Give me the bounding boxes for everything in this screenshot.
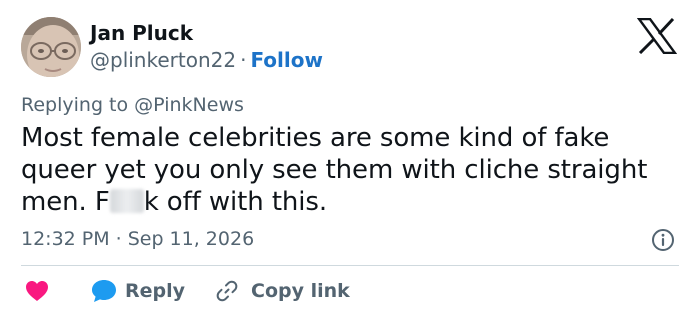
tweet-text-line: Most female celebrities are some kind of…: [21, 123, 610, 153]
like-button[interactable]: [21, 280, 81, 302]
tweet-text-line: queer yet you only see them with cliche …: [21, 155, 648, 185]
author-handle[interactable]: @plinkerton22: [90, 48, 236, 72]
tweet-text-line: men. F k off with this.: [21, 186, 681, 218]
heart-icon: [26, 281, 48, 301]
reply-mention-link[interactable]: @PinkNews: [134, 94, 244, 116]
info-icon[interactable]: [651, 228, 675, 252]
separator-dot: ·: [240, 48, 247, 72]
action-bar: Reply Copy link: [21, 276, 350, 306]
reply-button[interactable]: Reply: [91, 278, 185, 304]
avatar[interactable]: [21, 17, 81, 77]
reply-label: Reply: [125, 280, 186, 302]
x-logo-icon[interactable]: [637, 18, 677, 54]
tweet-time: 12:32 PM: [21, 228, 110, 250]
speech-bubble-icon: [92, 280, 116, 302]
tweet-date: Sep 11, 2026: [127, 228, 255, 250]
tweet-timestamp[interactable]: 12:32 PM · Sep 11, 2026: [21, 226, 254, 252]
link-icon: [216, 280, 238, 302]
divider: [21, 265, 679, 266]
censor-blur: [109, 189, 144, 213]
copy-link-label: Copy link: [251, 280, 350, 302]
reply-context: Replying to @PinkNews: [21, 92, 244, 118]
separator-dot: ·: [115, 228, 122, 250]
reply-context-prefix: Replying to: [21, 94, 129, 116]
copy-link-button[interactable]: Copy link: [215, 278, 350, 304]
tweet-card: Jan Pluck @plinkerton22 · Follow Replying …: [0, 0, 700, 318]
follow-button[interactable]: Follow: [250, 48, 323, 72]
tweet-text: Most female celebrities are some kind of…: [21, 122, 681, 218]
avatar-photo: [21, 17, 81, 77]
author-display-name[interactable]: Jan Pluck: [90, 20, 193, 46]
tweet-text-fragment: men. F: [21, 187, 110, 217]
author-handle-line: @plinkerton22 · Follow: [90, 47, 323, 73]
tweet-text-fragment: k off with this.: [143, 187, 328, 217]
